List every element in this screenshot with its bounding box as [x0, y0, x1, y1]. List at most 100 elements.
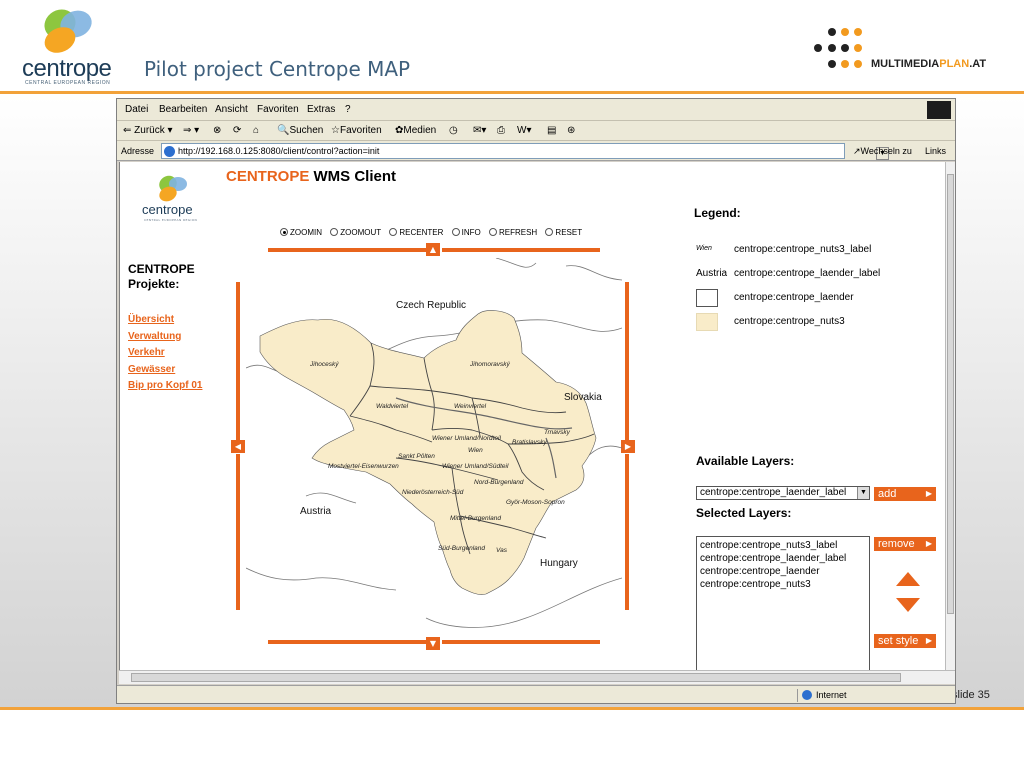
- pan-east-button[interactable]: ▶: [621, 440, 635, 453]
- list-item[interactable]: centrope:centrope_nuts3: [700, 578, 866, 591]
- media-label: Medien: [403, 125, 437, 136]
- address-url: http://192.168.0.125:8080/client/control…: [178, 146, 380, 156]
- project-link-gewaesser[interactable]: Gewässer: [128, 362, 202, 379]
- legend-swatch-fill: [696, 313, 718, 331]
- slide-title: Pilot project Centrope MAP: [144, 57, 411, 81]
- list-item[interactable]: centrope:centrope_laender_label: [700, 552, 866, 565]
- country-label: Czech Republic: [396, 300, 466, 311]
- messenger-icon[interactable]: ⊛: [567, 125, 575, 136]
- radio-zoomout[interactable]: ZOOMOUT: [330, 228, 381, 237]
- project-link-bip[interactable]: Bip pro Kopf 01: [128, 378, 202, 395]
- play-icon: ▶: [925, 636, 932, 645]
- legend-label: centrope:centrope_nuts3_label: [734, 244, 872, 255]
- radio-label: ZOOMIN: [290, 228, 322, 237]
- search-button[interactable]: 🔍Suchen: [277, 125, 323, 136]
- media-button[interactable]: ✿Medien: [395, 125, 436, 136]
- selected-layers-list[interactable]: centrope:centrope_nuts3_label centrope:c…: [696, 536, 870, 670]
- vertical-scrollbar[interactable]: [945, 162, 955, 670]
- mm-logo-part-3: .AT: [969, 58, 987, 70]
- available-layers-select[interactable]: centrope:centrope_laender_label ▼: [696, 486, 870, 500]
- address-input[interactable]: http://192.168.0.125:8080/client/control…: [161, 143, 889, 160]
- radio-dot: [389, 228, 398, 236]
- slide-number: slide 35: [952, 689, 990, 701]
- pan-north-bar-left[interactable]: [268, 248, 428, 252]
- region-label: Weinviertel: [454, 403, 487, 410]
- page-title-orange: CENTROPE: [226, 168, 310, 185]
- centrope-logo-word: centrope: [22, 55, 112, 82]
- search-label: Suchen: [289, 125, 324, 136]
- project-link-verkehr[interactable]: Verkehr: [128, 345, 202, 362]
- refresh-icon[interactable]: ⟳: [233, 125, 241, 136]
- legend-label: centrope:centrope_laender_label: [734, 268, 881, 279]
- horizontal-scrollbar[interactable]: [119, 670, 955, 684]
- pan-north-button[interactable]: ▲: [426, 243, 440, 256]
- project-link-uebersicht[interactable]: Übersicht: [128, 312, 202, 329]
- pan-east-bar-bottom[interactable]: [625, 454, 629, 610]
- mail-icon[interactable]: ✉▾: [473, 125, 486, 136]
- project-link-verwaltung[interactable]: Verwaltung: [128, 329, 202, 346]
- pan-east-bar-top[interactable]: [625, 282, 629, 442]
- stop-icon[interactable]: ⊗: [213, 125, 221, 136]
- legend-symbol-text: Austria: [696, 268, 728, 279]
- page-title: CENTROPE WMS Client: [226, 168, 396, 185]
- radio-refresh[interactable]: REFRESH: [488, 228, 538, 237]
- radio-recenter[interactable]: RECENTER: [389, 228, 443, 237]
- wms-map[interactable]: Czech Republic Slovakia Austria Hungary …: [246, 258, 622, 646]
- radio-dot: [545, 228, 554, 236]
- page-logo-word: centrope: [142, 202, 193, 217]
- pan-west-bar-bottom[interactable]: [236, 454, 240, 610]
- menu-bearbeiten[interactable]: Bearbeiten: [159, 104, 207, 115]
- links-button[interactable]: Links: [925, 146, 946, 156]
- tool-radio-group: ZOOMIN ZOOMOUT RECENTER INFO REFRESH RES…: [280, 228, 588, 237]
- scrollbar-thumb[interactable]: [131, 673, 901, 682]
- menu-help[interactable]: ?: [345, 104, 351, 115]
- legend-swatch-outline: [696, 289, 718, 307]
- move-layer-up-icon[interactable]: [896, 572, 920, 586]
- region-label: Nord-Burgenland: [474, 479, 524, 486]
- region-label: Süd-Burgenland: [438, 545, 485, 552]
- home-icon[interactable]: ⌂: [253, 125, 259, 136]
- multimediaplan-logo-text: MULTIMEDIAPLAN.AT: [871, 58, 986, 70]
- region-label: Jihomoravský: [469, 361, 510, 368]
- projects-list: Übersicht Verwaltung Verkehr Gewässer Bi…: [128, 312, 202, 395]
- forward-button[interactable]: ⇒ ▾: [183, 125, 199, 136]
- radio-reset[interactable]: RESET: [545, 228, 582, 237]
- region-label: Mostviertel-Eisenwurzen: [328, 463, 399, 470]
- go-button[interactable]: ↗Wechseln zu: [853, 146, 912, 157]
- radio-info[interactable]: INFO: [451, 228, 481, 237]
- pan-west-button[interactable]: ◀: [231, 440, 245, 453]
- mm-logo-part-1: MULTIMEDIA: [871, 58, 940, 70]
- radio-zoomin[interactable]: ZOOMIN: [280, 228, 322, 237]
- menu-favoriten[interactable]: Favoriten: [257, 104, 299, 115]
- page-title-black: WMS Client: [313, 168, 397, 185]
- page-logo-subtitle: CENTRAL EUROPEAN REGION: [144, 218, 198, 222]
- status-bar: Internet: [117, 685, 955, 703]
- radio-label: RESET: [555, 228, 583, 237]
- discuss-icon[interactable]: ▤: [547, 125, 556, 136]
- menu-bar: Datei Bearbeiten Ansicht Favoriten Extra…: [117, 99, 955, 121]
- favorites-button[interactable]: ☆Favoriten: [331, 125, 382, 136]
- region-label: Jihoceský: [309, 361, 339, 368]
- legend-label: centrope:centrope_laender: [734, 292, 854, 303]
- list-item[interactable]: centrope:centrope_nuts3_label: [700, 539, 866, 552]
- menu-extras[interactable]: Extras: [307, 104, 335, 115]
- menu-datei[interactable]: Datei: [125, 104, 148, 115]
- back-button[interactable]: ⇐ Zurück ▾: [123, 125, 173, 136]
- move-layer-down-icon[interactable]: [896, 598, 920, 612]
- pan-north-bar-right[interactable]: [442, 248, 600, 252]
- pan-west-bar-top[interactable]: [236, 282, 240, 442]
- radio-label: REFRESH: [498, 228, 538, 237]
- history-icon[interactable]: ◷: [449, 125, 458, 136]
- edit-icon[interactable]: W▾: [517, 125, 531, 136]
- remove-layer-button[interactable]: remove ▶: [874, 537, 936, 551]
- region-label: Bratislavsky: [512, 439, 547, 446]
- list-item[interactable]: centrope:centrope_laender: [700, 565, 866, 578]
- set-style-button[interactable]: set style ▶: [874, 634, 936, 648]
- print-icon[interactable]: ⎙: [497, 125, 505, 136]
- ie-page-icon: [164, 146, 175, 157]
- set-style-label: set style: [878, 635, 919, 647]
- add-layer-button[interactable]: add ▶: [874, 487, 936, 501]
- status-zone-label: Internet: [816, 690, 847, 700]
- scrollbar-thumb[interactable]: [947, 174, 954, 614]
- menu-ansicht[interactable]: Ansicht: [215, 104, 248, 115]
